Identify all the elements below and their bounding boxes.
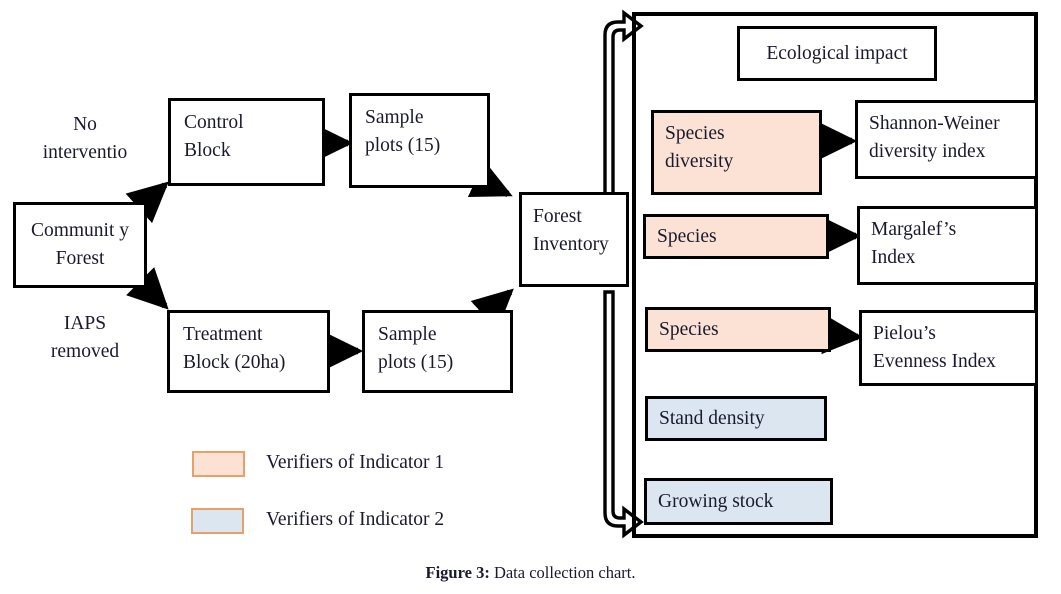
node-forest-inventory[interactable]: Forest Inventory [519, 192, 629, 287]
node-ecological-impact[interactable]: Ecological impact [737, 26, 937, 81]
legend-label-indicator-2: Verifiers of Indicator 2 [266, 509, 445, 530]
branch-label-no-intervention: No interventio [42, 114, 128, 163]
arrow-community-to-control [125, 181, 169, 224]
node-sample-plots-top[interactable]: Sample plots (15) [349, 93, 490, 188]
node-control-block[interactable]: Control Block [168, 98, 325, 186]
legend-label-indicator-1: Verifiers of Indicator 1 [266, 452, 445, 473]
verifier-source-stand-density-label: Stand density [659, 407, 765, 429]
node-community-forest-label: Communit y Forest [30, 220, 130, 269]
node-sample-plots-bottom[interactable]: Sample plots (15) [362, 310, 513, 393]
figure-caption: Figure 3: Data collection chart. [0, 563, 1061, 583]
branch-label-iaps-removed: IAPS removed [50, 313, 120, 362]
verifier-source-species-evenness[interactable]: Species [645, 307, 831, 352]
verifier-source-species-evenness-label: Species [659, 318, 719, 340]
figure-caption-number: Figure 3: [425, 563, 490, 582]
verifier-source-growing-stock[interactable]: Growing stock [644, 478, 833, 525]
verifier-source-species-diversity[interactable]: Species diversity [651, 110, 822, 195]
legend-swatch-indicator-1 [192, 451, 245, 477]
node-treatment-block[interactable]: Treatment Block (20ha) [167, 310, 330, 393]
verifier-source-species-richness[interactable]: Species [643, 214, 829, 259]
data-collection-chart: Communit y Forest No interventio IAPS re… [0, 0, 1061, 594]
figure-caption-text: Data collection chart. [489, 563, 636, 582]
legend-swatch-indicator-2 [191, 508, 244, 534]
arrow-community-to-treatment [126, 267, 169, 310]
verifier-source-species-richness-label: Species [657, 225, 717, 247]
node-community-forest[interactable]: Communit y Forest [13, 202, 147, 288]
verifier-target-pielous-evenness-index[interactable]: Pielou’s Evenness Index [859, 310, 1038, 386]
node-ecological-impact-label: Ecological impact [766, 42, 908, 64]
verifier-target-shannon-weiner-index[interactable]: Shannon-Weiner diversity index [855, 100, 1038, 179]
verifier-target-margalefs-index[interactable]: Margalef’s Index [857, 206, 1038, 285]
verifier-source-growing-stock-label: Growing stock [658, 490, 774, 512]
verifier-source-stand-density[interactable]: Stand density [645, 396, 827, 441]
